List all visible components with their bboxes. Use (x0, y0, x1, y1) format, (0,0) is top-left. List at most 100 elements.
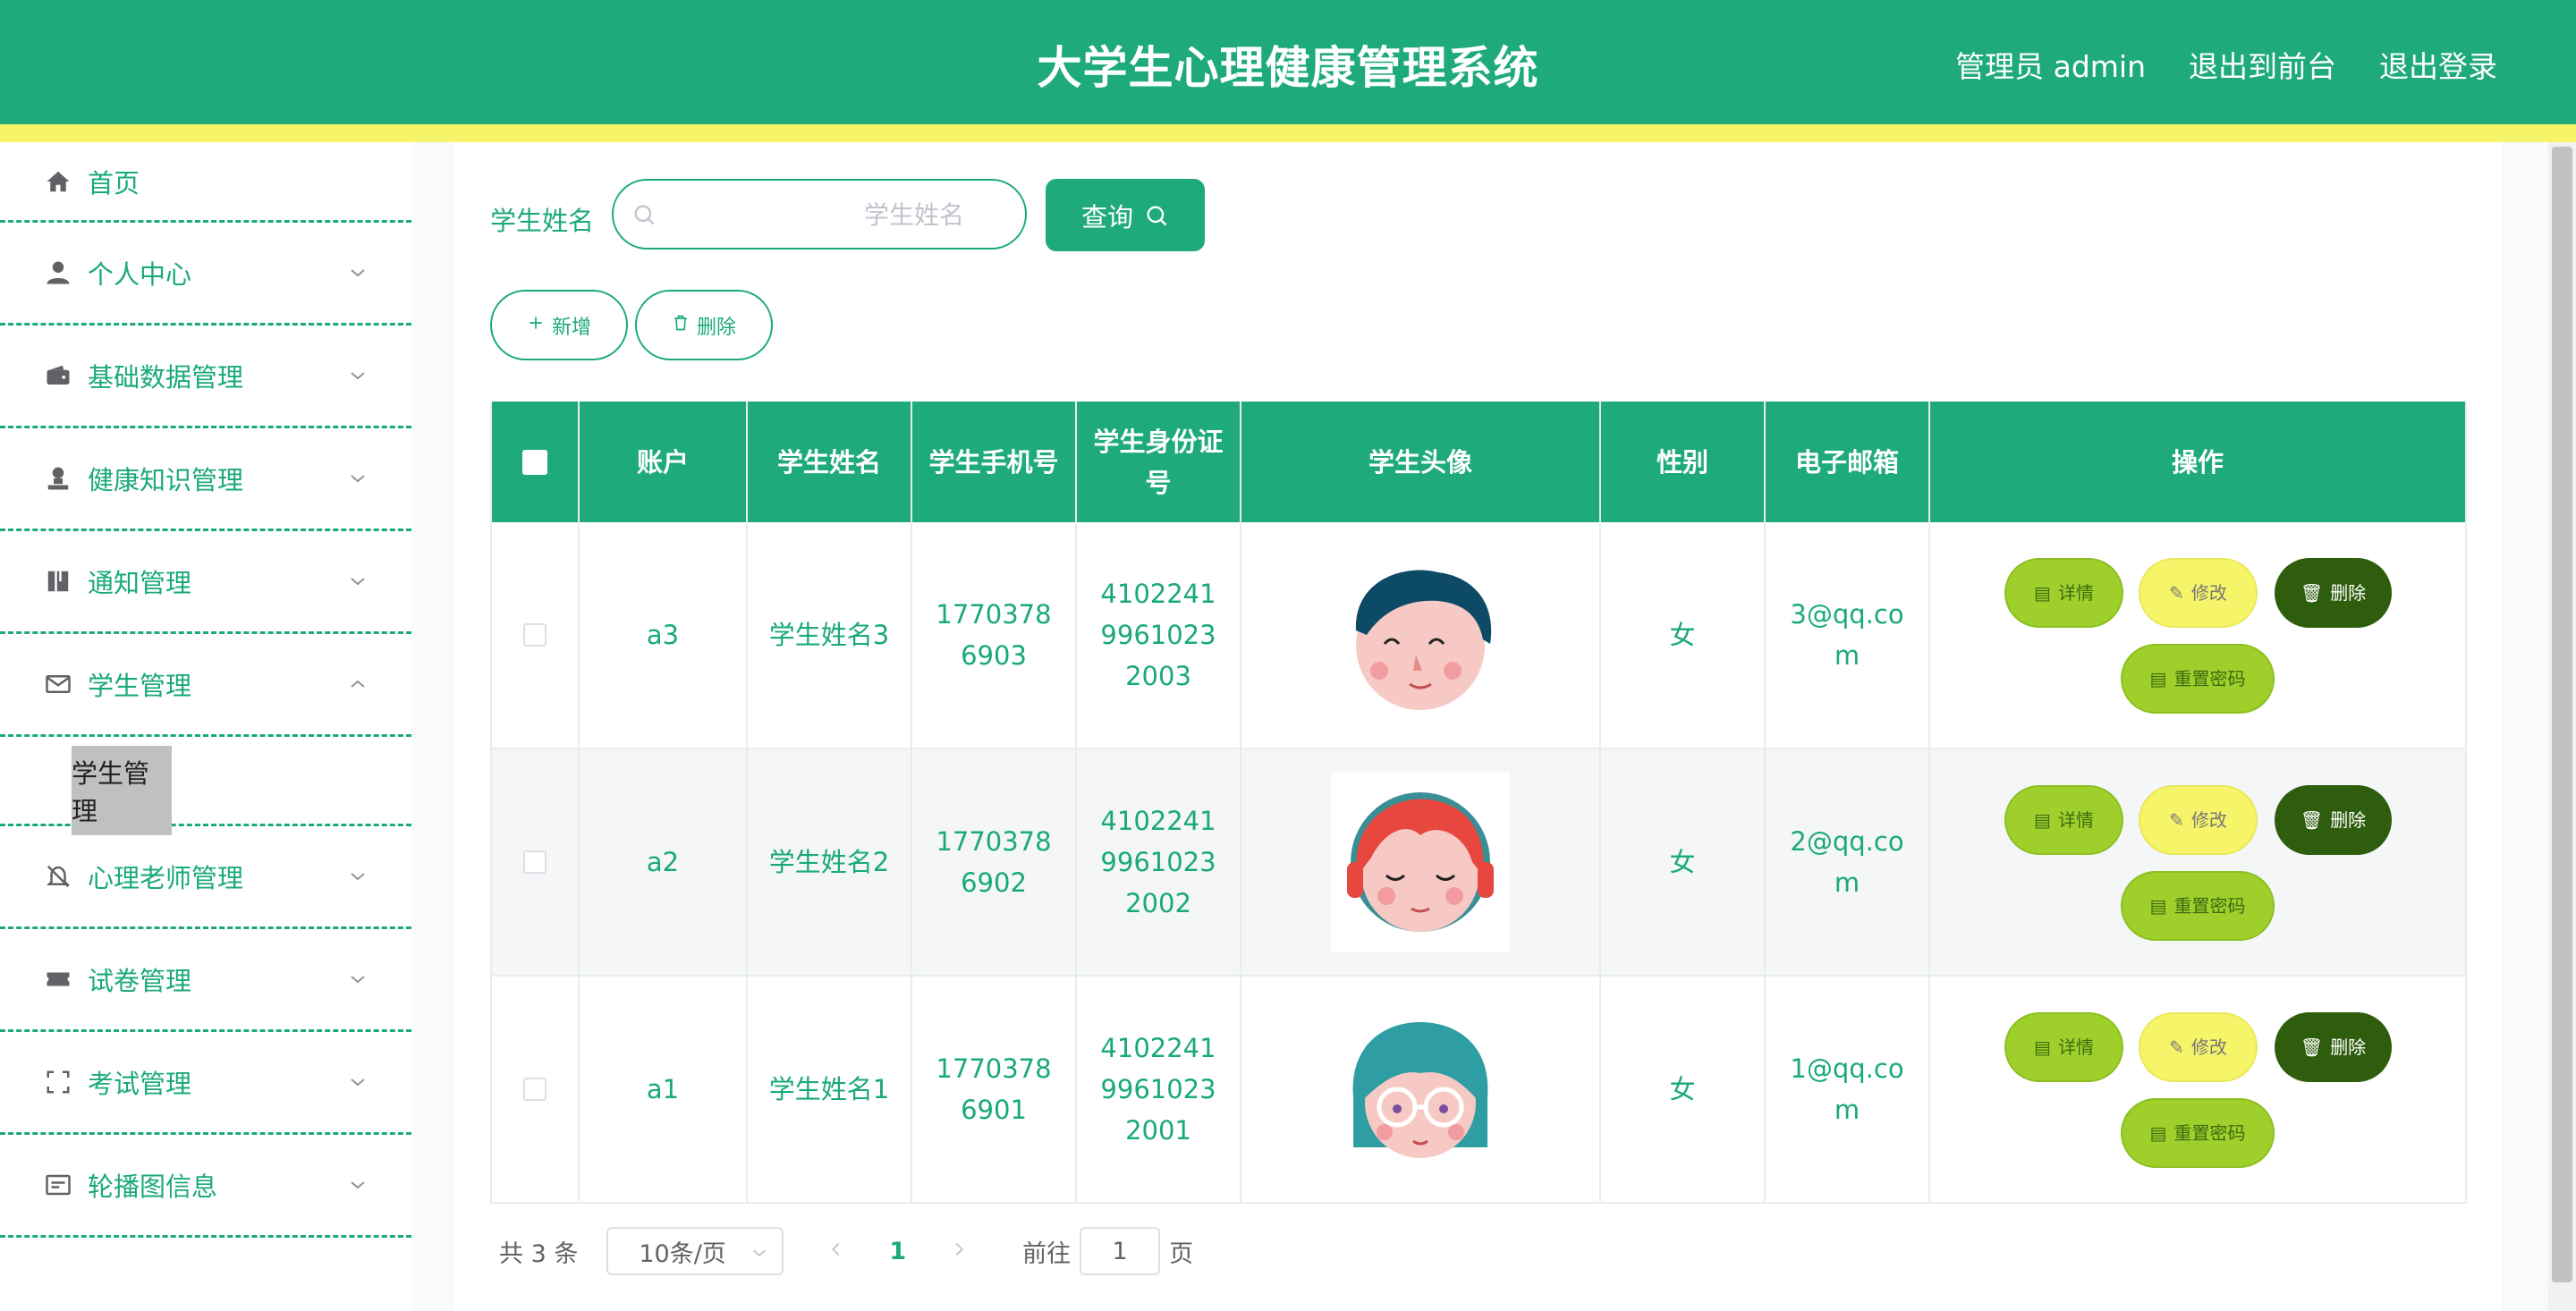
search-input[interactable] (667, 190, 966, 241)
row-checkbox[interactable] (523, 1078, 547, 1101)
name-cell: 学生姓名2 (748, 749, 912, 975)
reset-password-button[interactable]: ▤ 重置密码 (2121, 1098, 2275, 1168)
sidebar-item-personal-center[interactable]: 个人中心 (0, 223, 411, 326)
avatar-cell (1241, 977, 1601, 1202)
next-page-button[interactable] (949, 1238, 976, 1265)
sidebar-item-basic-data[interactable]: 基础数据管理 (0, 326, 411, 428)
sidebar-item-label: 考试管理 (88, 1069, 192, 1099)
row-select-cell (490, 977, 580, 1202)
operations-cell: ▤ 详情 ✎ 修改 🗑 删除 ▤ 重置密码 (1930, 522, 2467, 748)
chevron-down-icon (351, 873, 365, 881)
sidebar-item-home[interactable]: 首页 (0, 142, 411, 223)
id-card-cell: 410224199610232002 (1077, 749, 1241, 975)
table-row: a2 学生姓名2 17703786902 410224199610232002 … (490, 749, 2467, 977)
page-size-value: 10条/页 (639, 1239, 726, 1268)
avatar-cell (1241, 749, 1601, 975)
detail-button[interactable]: ▤ 详情 (2004, 558, 2123, 628)
edit-button[interactable]: ✎ 修改 (2139, 558, 2258, 628)
edit-button[interactable]: ✎ 修改 (2139, 1012, 2258, 1082)
sidebar-item-counselor[interactable]: 心理老师管理 (0, 826, 411, 929)
operations-cell: ▤ 详情 ✎ 修改 🗑 删除 ▤ 重置密码 (1930, 749, 2467, 975)
row-checkbox[interactable] (523, 850, 547, 874)
table-row: a1 学生姓名1 17703786901 410224199610232001 … (490, 977, 2467, 1204)
back-to-front-link[interactable]: 退出到前台 (2189, 43, 2336, 86)
sidebar-item-notice[interactable]: 通知管理 (0, 531, 411, 634)
admin-label[interactable]: 管理员 admin (1955, 43, 2146, 86)
prev-page-button[interactable] (826, 1238, 853, 1265)
search-box[interactable] (612, 179, 1027, 250)
delete-button[interactable]: 🗑 删除 (2275, 785, 2392, 855)
pencil-icon: ✎ (2169, 582, 2184, 604)
column-header: 操作 (1930, 402, 2467, 522)
document-icon: ▤ (2149, 668, 2167, 689)
account-cell: a2 (580, 749, 748, 975)
batch-delete-label: 删除 (696, 316, 736, 339)
reset-password-label: 重置密码 (2174, 895, 2246, 917)
column-header: 学生姓名 (748, 402, 912, 522)
chevron-down-icon (351, 269, 365, 277)
sidebar-item-label: 学生管理 (88, 671, 192, 701)
column-header: 性别 (1601, 402, 1766, 522)
fullscreen-icon (43, 1067, 73, 1097)
pencil-icon: ✎ (2169, 809, 2184, 831)
phone-cell: 17703786902 (912, 749, 1077, 975)
page-size-select[interactable]: 10条/页 (606, 1227, 784, 1275)
chevron-left-icon (832, 1242, 840, 1256)
chevron-right-icon (955, 1242, 964, 1256)
page-number-current[interactable]: 1 (889, 1238, 906, 1265)
reset-password-button[interactable]: ▤ 重置密码 (2121, 644, 2275, 714)
batch-delete-button[interactable]: 删除 (635, 290, 773, 360)
edit-button[interactable]: ✎ 修改 (2139, 785, 2258, 855)
boy-avatar (1355, 570, 1492, 710)
student-table: 账户 学生姓名 学生手机号 学生身份证号 学生头像 性别 电子邮箱 操作 a3 … (490, 402, 2467, 1204)
mail-icon (43, 669, 73, 699)
operations-group: ▤ 详情 ✎ 修改 🗑 删除 ▤ 重置密码 (1930, 522, 2465, 748)
column-header: 电子邮箱 (1766, 402, 1930, 522)
sidebar-item-carousel[interactable]: 轮播图信息 (0, 1135, 411, 1238)
email-cell: 2@qq.com (1766, 749, 1930, 975)
sidebar-item-exam-paper[interactable]: 试卷管理 (0, 929, 411, 1032)
trash-icon (672, 314, 690, 337)
reset-password-button[interactable]: ▤ 重置密码 (2121, 871, 2275, 941)
delete-button[interactable]: 🗑 删除 (2275, 1012, 2392, 1082)
student-submenu: 学生管理 (0, 737, 411, 835)
goto-page-input[interactable] (1080, 1227, 1161, 1275)
delete-label: 删除 (2330, 809, 2367, 831)
pencil-icon: ✎ (2169, 1036, 2184, 1058)
scrollbar-thumb[interactable] (2552, 147, 2572, 1282)
search-label: 学生姓名 (490, 206, 595, 236)
column-header: 学生身份证号 (1077, 402, 1241, 522)
sidebar-item-exam[interactable]: 考试管理 (0, 1032, 411, 1135)
delete-label: 删除 (2330, 1036, 2367, 1058)
sidebar-item-student-management[interactable]: 学生管理 (0, 634, 411, 737)
document-icon: ▤ (2149, 1122, 2167, 1144)
query-button[interactable]: 查询 (1046, 179, 1205, 251)
search-icon (1147, 206, 1167, 225)
sidebar-subitem-student-management[interactable]: 学生管理 (72, 746, 172, 835)
email-cell: 3@qq.com (1766, 522, 1930, 748)
edit-label: 修改 (2190, 1036, 2227, 1058)
delete-button[interactable]: 🗑 删除 (2275, 558, 2392, 628)
ticket-icon (43, 964, 73, 994)
select-all-checkbox[interactable] (522, 449, 547, 475)
message-box-icon (43, 1170, 73, 1200)
sidebar-item-health-knowledge[interactable]: 健康知识管理 (0, 428, 411, 531)
detail-label: 详情 (2057, 582, 2094, 604)
id-card-cell: 410224199610232001 (1077, 977, 1241, 1202)
logout-link[interactable]: 退出登录 (2379, 43, 2497, 86)
gender-cell: 女 (1601, 749, 1766, 975)
row-select-cell (490, 749, 580, 975)
add-button[interactable]: 新增 (490, 290, 628, 360)
sidebar-item-label: 试卷管理 (88, 966, 192, 996)
operations-cell: ▤ 详情 ✎ 修改 🗑 删除 ▤ 重置密码 (1930, 977, 2467, 1202)
user-icon (43, 258, 73, 288)
operations-group: ▤ 详情 ✎ 修改 🗑 删除 ▤ 重置密码 (1930, 977, 2465, 1202)
detail-button[interactable]: ▤ 详情 (2004, 785, 2123, 855)
table-header: 账户 学生姓名 学生手机号 学生身份证号 学生头像 性别 电子邮箱 操作 (490, 402, 2467, 522)
chevron-down-icon (351, 1078, 365, 1087)
edit-label: 修改 (2190, 582, 2227, 604)
row-select-cell (490, 522, 580, 748)
detail-button[interactable]: ▤ 详情 (2004, 1012, 2123, 1082)
chevron-down-icon (351, 976, 365, 984)
row-checkbox[interactable] (523, 623, 547, 647)
